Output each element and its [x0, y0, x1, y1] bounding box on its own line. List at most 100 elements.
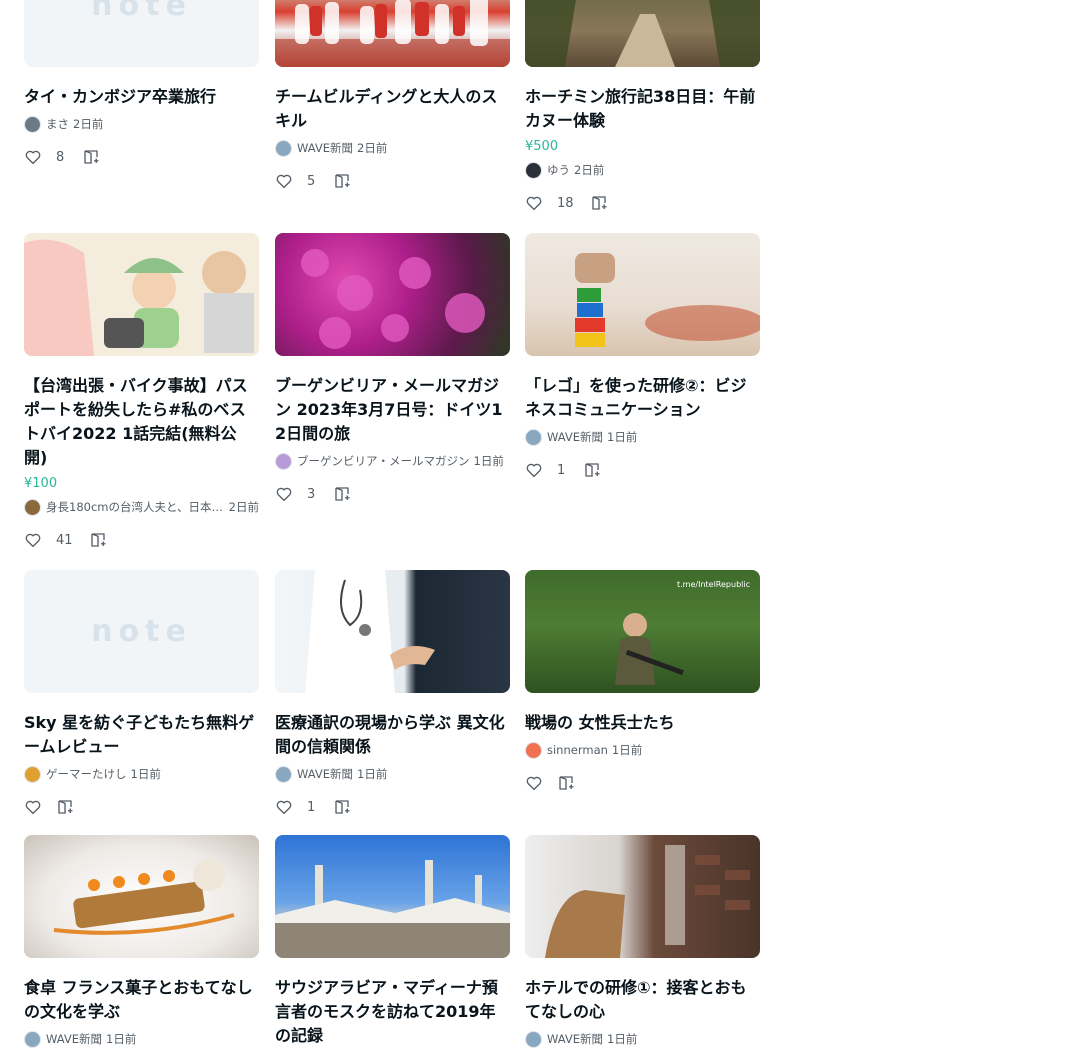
- like-count: 1: [307, 799, 316, 815]
- avatar[interactable]: [275, 139, 292, 157]
- author-name[interactable]: WAVE新聞: [547, 1031, 603, 1047]
- card-actions: 1: [525, 458, 760, 482]
- card-author: WAVE新聞 1日前: [525, 1030, 760, 1048]
- author-name[interactable]: WAVE新聞: [297, 140, 353, 156]
- card-actions: 1: [275, 795, 510, 819]
- card-title[interactable]: 食卓 フランス菓子とおもてなしの文化を学ぶ: [24, 976, 259, 1024]
- card-title[interactable]: チームビルディングと大人のスキル: [275, 85, 510, 133]
- price: ¥500: [525, 139, 559, 154]
- post-time: 2日前: [73, 117, 104, 131]
- add-to-magazine-icon[interactable]: [82, 148, 100, 166]
- card-actions: [24, 795, 259, 819]
- card-author: ゆう 2日前: [525, 161, 760, 179]
- article-card[interactable]: note Sky 星を紡ぐ子どもたち無料ゲームレビュー ゲーマーたけし 1日前: [24, 570, 259, 819]
- add-to-magazine-icon[interactable]: [557, 774, 575, 792]
- post-time: 2日前: [357, 141, 388, 155]
- heart-outline-icon[interactable]: [24, 531, 42, 549]
- card-thumbnail[interactable]: [525, 233, 760, 356]
- avatar[interactable]: [525, 1030, 542, 1048]
- add-to-magazine-icon[interactable]: [590, 194, 608, 212]
- article-card[interactable]: ブーゲンビリア・メールマガジン 2023年3月7日号：ドイツ12日間の旅 ブーゲ…: [275, 233, 510, 506]
- card-title[interactable]: 「レゴ」を使った研修②：ビジネスコミュニケーション: [525, 374, 760, 422]
- avatar[interactable]: [525, 428, 542, 446]
- avatar[interactable]: [24, 498, 41, 516]
- card-thumbnail[interactable]: [24, 233, 259, 356]
- post-time: 1日前: [357, 767, 388, 781]
- heart-outline-icon[interactable]: [525, 774, 543, 792]
- article-card[interactable]: t.me/IntelRepublic 戦場の 女性兵士たち sinnerman …: [525, 570, 760, 795]
- card-title[interactable]: ホーチミン旅行記38日目：午前 カヌー体験: [525, 85, 771, 133]
- author-name[interactable]: WAVE新聞: [46, 1031, 102, 1047]
- card-title[interactable]: 戦場の 女性兵士たち: [525, 711, 760, 735]
- avatar[interactable]: [525, 741, 542, 759]
- author-name[interactable]: ゆう: [547, 162, 570, 178]
- card-title[interactable]: ホテルでの研修①：接客とおもてなしの心: [525, 976, 760, 1024]
- card-thumbnail[interactable]: [525, 0, 760, 67]
- post-time: 2日前: [228, 500, 259, 514]
- article-card[interactable]: note タイ・カンボジア卒業旅行 まさ 2日前 8: [24, 0, 259, 169]
- article-card[interactable]: チームビルディングと大人のスキル WAVE新聞 2日前 5: [275, 0, 510, 193]
- card-thumbnail[interactable]: [525, 835, 760, 958]
- author-name[interactable]: ブーゲンビリア・メールマガジン: [297, 453, 470, 469]
- card-thumbnail[interactable]: [275, 835, 510, 958]
- card-title[interactable]: タイ・カンボジア卒業旅行: [24, 85, 259, 109]
- card-author: WAVE新聞 1日前: [525, 428, 760, 446]
- card-thumbnail[interactable]: note: [24, 0, 259, 67]
- add-to-magazine-icon[interactable]: [89, 531, 107, 549]
- like-count: 5: [307, 173, 316, 189]
- avatar[interactable]: [24, 1030, 41, 1048]
- author-name[interactable]: WAVE新聞: [297, 766, 353, 782]
- add-to-magazine-icon[interactable]: [583, 461, 601, 479]
- card-title[interactable]: 医療通訳の現場から学ぶ 異文化間の信頼関係: [275, 711, 510, 759]
- card-title[interactable]: 【台湾出張・バイク事故】パスポートを紛失したら#私のベストバイ2022 1話完結…: [24, 374, 259, 470]
- heart-outline-icon[interactable]: [525, 194, 543, 212]
- article-card[interactable]: 食卓 フランス菓子とおもてなしの文化を学ぶ WAVE新聞 1日前: [24, 835, 259, 1048]
- card-thumbnail[interactable]: t.me/IntelRepublic: [525, 570, 760, 693]
- avatar[interactable]: [24, 115, 41, 133]
- heart-outline-icon[interactable]: [525, 461, 543, 479]
- heart-outline-icon[interactable]: [24, 798, 42, 816]
- card-actions: 8: [24, 145, 259, 169]
- author-name[interactable]: sinnerman: [547, 743, 608, 757]
- article-card[interactable]: 医療通訳の現場から学ぶ 異文化間の信頼関係 WAVE新聞 1日前 1: [275, 570, 510, 819]
- avatar[interactable]: [275, 765, 292, 783]
- heart-outline-icon[interactable]: [24, 148, 42, 166]
- post-time: 1日前: [106, 1032, 137, 1046]
- author-name[interactable]: 身長180cmの台湾人夫と、日本人妻の国際結婚漫画: [46, 499, 225, 515]
- article-card[interactable]: サウジアラビア・マディーナ預言者のモスクを訪ねて2019年の記録: [275, 835, 510, 1048]
- like-count: 18: [557, 195, 574, 211]
- card-title[interactable]: サウジアラビア・マディーナ預言者のモスクを訪ねて2019年の記録: [275, 976, 510, 1048]
- card-thumbnail[interactable]: [275, 570, 510, 693]
- card-thumbnail[interactable]: [275, 0, 510, 67]
- heart-outline-icon[interactable]: [275, 172, 293, 190]
- avatar[interactable]: [275, 452, 292, 470]
- article-card[interactable]: 「レゴ」を使った研修②：ビジネスコミュニケーション WAVE新聞 1日前 1: [525, 233, 760, 482]
- like-count: 8: [56, 149, 65, 165]
- article-card[interactable]: ホーチミン旅行記38日目：午前 カヌー体験 ¥500 ゆう 2日前 18: [525, 0, 771, 215]
- avatar[interactable]: [24, 765, 41, 783]
- like-count: 1: [557, 462, 566, 478]
- card-author: まさ 2日前: [24, 115, 259, 133]
- heart-outline-icon[interactable]: [275, 798, 293, 816]
- heart-outline-icon[interactable]: [275, 485, 293, 503]
- author-name[interactable]: ゲーマーたけし: [46, 766, 127, 782]
- add-to-magazine-icon[interactable]: [333, 798, 351, 816]
- like-count: 3: [307, 486, 316, 502]
- add-to-magazine-icon[interactable]: [333, 172, 351, 190]
- card-thumbnail[interactable]: [24, 835, 259, 958]
- post-time: 1日前: [473, 454, 504, 468]
- card-actions: 3: [275, 482, 510, 506]
- card-actions: 41: [24, 528, 259, 552]
- article-card[interactable]: ホテルでの研修①：接客とおもてなしの心 WAVE新聞 1日前: [525, 835, 760, 1048]
- author-name[interactable]: まさ: [46, 116, 69, 132]
- card-title[interactable]: Sky 星を紡ぐ子どもたち無料ゲームレビュー: [24, 711, 259, 759]
- article-card[interactable]: 【台湾出張・バイク事故】パスポートを紛失したら#私のベストバイ2022 1話完結…: [24, 233, 259, 552]
- add-to-magazine-icon[interactable]: [56, 798, 74, 816]
- avatar[interactable]: [525, 161, 542, 179]
- card-author: ブーゲンビリア・メールマガジン 1日前: [275, 452, 510, 470]
- card-title[interactable]: ブーゲンビリア・メールマガジン 2023年3月7日号：ドイツ12日間の旅: [275, 374, 510, 446]
- card-thumbnail[interactable]: [275, 233, 510, 356]
- card-thumbnail[interactable]: note: [24, 570, 259, 693]
- add-to-magazine-icon[interactable]: [333, 485, 351, 503]
- author-name[interactable]: WAVE新聞: [547, 429, 603, 445]
